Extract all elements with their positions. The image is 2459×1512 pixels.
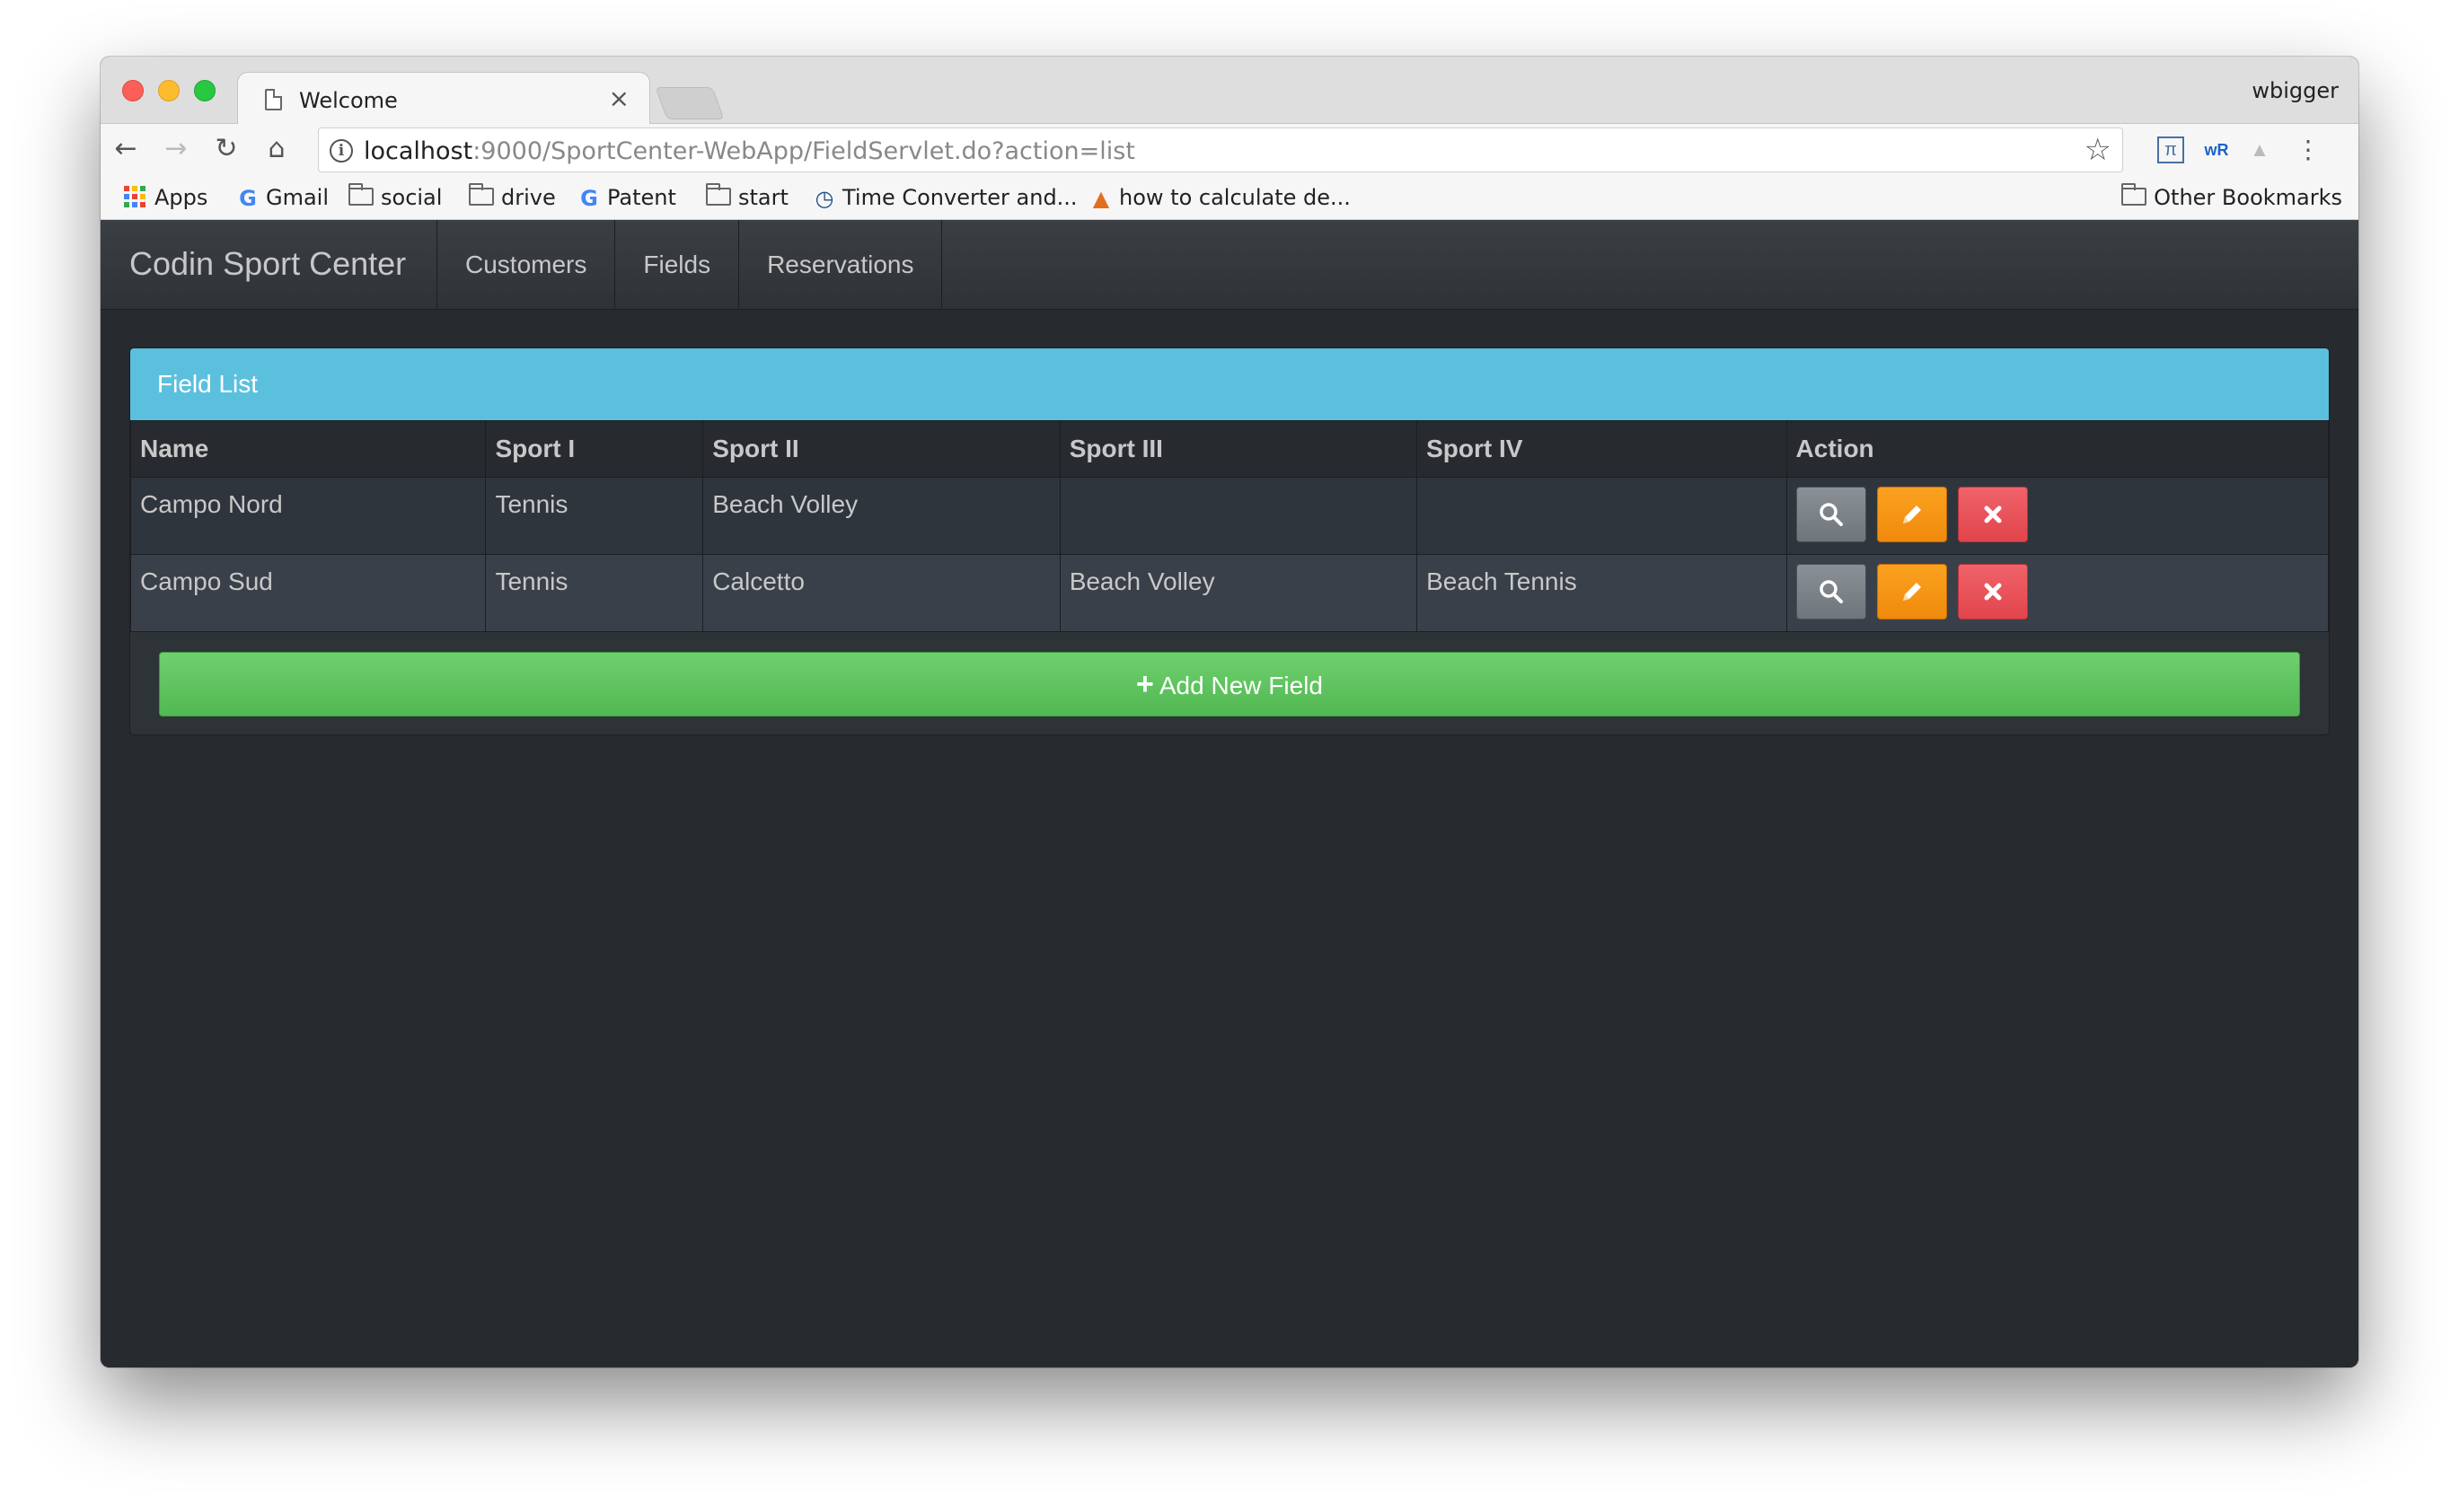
browser-tab[interactable]: Welcome × (237, 72, 650, 126)
table-header-row: Name Sport I Sport II Sport III Sport IV… (130, 420, 2329, 478)
plus-icon: + (1136, 667, 1154, 701)
cell-sport-1: Tennis (485, 477, 704, 555)
minimize-window-button[interactable] (158, 80, 180, 101)
table-row: Campo Nord Tennis Beach Volley (130, 477, 2329, 555)
pencil-icon (1902, 583, 1921, 601)
app-navbar: Codin Sport Center Customers Fields Rese… (101, 220, 2358, 310)
zoom-window-button[interactable] (194, 80, 216, 101)
brand-link[interactable]: Codin Sport Center (129, 245, 406, 283)
tab-title: Welcome (299, 88, 398, 113)
pencil-icon (1902, 505, 1921, 523)
google-icon: G (580, 186, 598, 211)
pi-extension-icon[interactable]: π (2157, 136, 2184, 163)
folder-icon (706, 183, 731, 206)
nav-reservations[interactable]: Reservations (738, 220, 943, 310)
add-button-label: Add New Field (1159, 672, 1323, 699)
column-header-name: Name (130, 420, 487, 478)
info-icon[interactable]: i (330, 139, 353, 163)
add-button-wrapper: + Add New Field (130, 632, 2329, 734)
panel-title: Field List (130, 348, 2329, 420)
menu-dots-icon[interactable]: ⋮ (2292, 135, 2324, 165)
cell-sport-2: Beach Volley (702, 477, 1061, 555)
google-icon: G (239, 186, 257, 211)
back-arrow-icon[interactable]: ← (108, 131, 144, 167)
nav-links: Customers Fields Reservations (436, 220, 943, 310)
search-icon (1819, 580, 1843, 603)
page-content: Codin Sport Center Customers Fields Rese… (101, 220, 2358, 1367)
bookmark-start[interactable]: start (706, 182, 789, 213)
field-table: Name Sport I Sport II Sport III Sport IV… (130, 420, 2329, 632)
drive-extension-icon[interactable]: ▲ (2243, 135, 2276, 165)
folder-icon (469, 183, 494, 206)
bookmark-gmail[interactable]: G Gmail (235, 182, 329, 213)
home-icon[interactable]: ⌂ (259, 131, 295, 167)
cell-actions (1785, 477, 2329, 555)
bookmarks-bar: Apps G Gmail social drive G Patent start ◷… (101, 175, 2358, 220)
cell-sport-4: Beach Tennis (1416, 554, 1787, 632)
cell-sport-4 (1416, 477, 1787, 555)
cell-sport-3 (1059, 477, 1418, 555)
column-header-sport-2: Sport II (702, 420, 1061, 478)
column-header-sport-4: Sport IV (1416, 420, 1787, 478)
reload-icon[interactable]: ↻ (208, 131, 244, 167)
close-icon (1984, 505, 2002, 523)
bookmark-apps[interactable]: Apps (124, 182, 207, 213)
bookmark-time-converter[interactable]: ◷ Time Converter and... (812, 182, 1078, 213)
apps-grid-icon (124, 186, 145, 207)
browser-toolbar: ← → ↻ ⌂ i localhost:9000/SportCenter-Web… (101, 124, 2358, 175)
delete-button[interactable] (1957, 564, 2028, 620)
tab-strip: Welcome × wbigger (101, 57, 2358, 126)
url-text[interactable]: localhost:9000/SportCenter-WebApp/FieldS… (364, 137, 1135, 165)
nav-fields[interactable]: Fields (614, 220, 738, 310)
folder-icon (2121, 183, 2147, 206)
table-row: Campo Sud Tennis Calcetto Beach Volley B… (130, 554, 2329, 632)
add-new-field-button[interactable]: + Add New Field (159, 652, 2300, 716)
close-window-button[interactable] (122, 80, 144, 101)
close-icon (1984, 583, 2002, 601)
bookmark-drive[interactable]: drive (469, 182, 556, 213)
forward-arrow-icon[interactable]: → (158, 131, 194, 167)
view-button[interactable] (1795, 564, 1866, 620)
edit-button[interactable] (1876, 487, 1947, 542)
view-button[interactable] (1795, 487, 1866, 542)
cell-name: Campo Nord (130, 477, 487, 555)
browser-window: Welcome × wbigger ← → ↻ ⌂ i localhost:90… (101, 57, 2358, 1367)
clock-icon: ◷ (815, 186, 834, 211)
cell-sport-1: Tennis (485, 554, 704, 632)
cell-actions (1785, 554, 2329, 632)
field-list-panel: Field List Name Sport I Sport II Sport I… (129, 347, 2330, 735)
cell-sport-3: Beach Volley (1059, 554, 1418, 632)
address-bar[interactable]: i localhost:9000/SportCenter-WebApp/Fiel… (318, 127, 2123, 172)
folder-icon (348, 183, 374, 206)
bookmark-how-to-calculate[interactable]: ▲ how to calculate de... (1088, 182, 1351, 213)
nav-customers[interactable]: Customers (436, 220, 614, 310)
edit-button[interactable] (1876, 564, 1947, 620)
new-tab-button[interactable] (655, 87, 725, 119)
cell-sport-2: Calcetto (702, 554, 1061, 632)
column-header-sport-1: Sport I (485, 420, 704, 478)
wr-extension-icon[interactable]: wR (2200, 135, 2233, 165)
search-icon (1819, 503, 1843, 526)
tab-close-icon[interactable]: × (609, 84, 630, 113)
bookmark-patent[interactable]: G Patent (577, 182, 676, 213)
other-bookmarks[interactable]: Other Bookmarks (2121, 182, 2342, 213)
bookmark-star-icon[interactable]: ☆ (2084, 132, 2111, 168)
profile-name[interactable]: wbigger (2252, 78, 2339, 103)
bookmark-social[interactable]: social (348, 182, 442, 213)
matlab-icon: ▲ (1092, 186, 1110, 211)
cell-name: Campo Sud (130, 554, 487, 632)
delete-button[interactable] (1957, 487, 2028, 542)
column-header-action: Action (1785, 420, 2329, 478)
column-header-sport-3: Sport III (1059, 420, 1418, 478)
document-icon (265, 89, 282, 110)
